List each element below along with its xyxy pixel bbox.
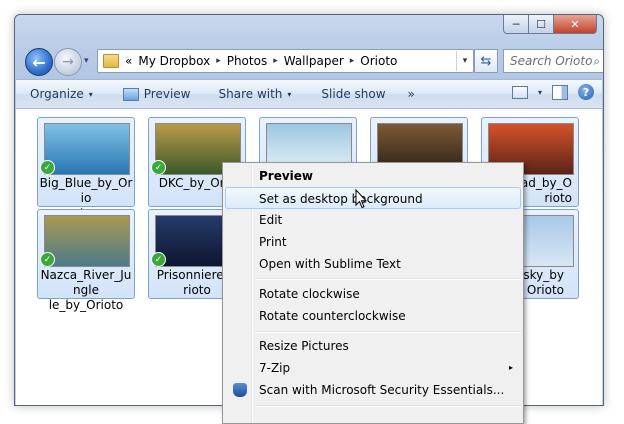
menu-item-set-desktop-background[interactable]: Set as desktop background xyxy=(225,187,521,209)
search-icon[interactable]: ⌕ xyxy=(593,54,600,69)
folder-icon xyxy=(103,54,119,68)
menu-item-7zip[interactable]: 7-Zip ▸ xyxy=(225,357,521,379)
menu-separator xyxy=(255,331,521,333)
view-controls: ▾ ? xyxy=(511,84,594,100)
change-view-icon[interactable] xyxy=(511,85,528,99)
list-item[interactable]: ✓ Nazca_River_Jungle le_by_Orioto xyxy=(37,209,135,312)
navigation-bar: ← → ▾ « My Dropbox ▸ Photos ▸ Wallpaper … xyxy=(25,47,603,76)
share-with-label: Share with xyxy=(218,87,283,101)
organize-button[interactable]: Organize ▾ xyxy=(30,87,93,101)
preview-label: Preview xyxy=(143,87,191,101)
more-label: » xyxy=(407,87,415,101)
menu-item-preview[interactable]: Preview xyxy=(225,165,521,187)
menu-item-rotate-clockwise[interactable]: Rotate clockwise xyxy=(225,283,521,305)
slide-show-button[interactable]: Slide show xyxy=(321,87,385,101)
address-bar[interactable]: « My Dropbox ▸ Photos ▸ Wallpaper ▸ Orio… xyxy=(97,49,474,73)
breadcrumb-separator-icon[interactable]: ▸ xyxy=(350,56,355,66)
submenu-arrow-icon: ▸ xyxy=(508,363,513,372)
menu-separator xyxy=(255,405,521,407)
breadcrumb-wallpaper[interactable]: Wallpaper xyxy=(284,54,344,68)
synced-check-icon: ✓ xyxy=(40,252,55,267)
breadcrumb-separator-icon[interactable]: ▸ xyxy=(216,56,221,66)
recent-pages-dropdown[interactable]: ▾ xyxy=(84,56,89,66)
forward-button[interactable]: → xyxy=(54,48,82,76)
preview-button[interactable]: Preview xyxy=(122,87,191,101)
picture-icon xyxy=(122,87,139,101)
shield-icon xyxy=(233,383,247,397)
breadcrumb-my-dropbox[interactable]: My Dropbox xyxy=(138,54,210,68)
chevron-down-icon[interactable]: ▾ xyxy=(538,88,542,97)
synced-check-icon: ✓ xyxy=(151,252,166,267)
synced-check-icon: ✓ xyxy=(151,160,166,175)
back-button[interactable]: ← xyxy=(25,48,53,76)
caption-buttons: ─ ☐ ✕ xyxy=(503,15,597,34)
minimize-button[interactable]: ─ xyxy=(503,15,529,34)
organize-label: Organize xyxy=(30,87,84,101)
menu-item-resize-pictures[interactable]: Resize Pictures xyxy=(225,335,521,357)
breadcrumb-overflow[interactable]: « xyxy=(125,54,132,68)
thumbnail xyxy=(44,215,130,267)
breadcrumb-separator-icon[interactable]: ▸ xyxy=(273,56,278,66)
menu-item-edit[interactable]: Edit xyxy=(225,209,521,231)
breadcrumb-orioto[interactable]: Orioto xyxy=(360,54,397,68)
share-with-button[interactable]: Share with ▾ xyxy=(219,87,292,101)
breadcrumb-photos[interactable]: Photos xyxy=(227,54,267,68)
menu-item-open-with-sublime[interactable]: Open with Sublime Text xyxy=(225,253,521,275)
close-button[interactable]: ✕ xyxy=(554,15,597,34)
synced-check-icon: ✓ xyxy=(40,160,55,175)
menu-item-scan-mse[interactable]: Scan with Microsoft Security Essentials.… xyxy=(225,379,521,401)
more-commands-button[interactable]: » xyxy=(408,87,415,101)
thumbnail xyxy=(44,123,130,175)
chevron-down-icon: ▾ xyxy=(88,89,93,99)
mouse-pointer-icon xyxy=(355,189,367,209)
command-bar: Organize ▾ Preview Share with ▾ Slide sh… xyxy=(16,79,602,109)
search-placeholder: Search Orioto xyxy=(510,54,593,68)
context-menu: Preview Set as desktop background Edit P… xyxy=(222,162,524,424)
search-input[interactable]: Search Orioto ⌕ xyxy=(503,49,603,73)
chevron-down-icon: ▾ xyxy=(287,89,292,99)
menu-item-rotate-counterclockwise[interactable]: Rotate counterclockwise xyxy=(225,305,521,327)
preview-pane-icon[interactable] xyxy=(552,84,568,100)
refresh-button[interactable]: ⇆ xyxy=(474,49,498,73)
help-icon[interactable]: ? xyxy=(578,84,594,100)
file-name: Nazca_River_Jungle le_by_Orioto xyxy=(40,268,132,312)
menu-separator xyxy=(255,278,521,280)
maximize-button[interactable]: ☐ xyxy=(529,15,554,34)
address-dropdown-icon[interactable]: ▾ xyxy=(456,51,473,71)
slide-show-label: Slide show xyxy=(321,87,386,101)
list-item[interactable]: ✓ Big_Blue_by_Orioto xyxy=(37,117,135,220)
menu-item-print[interactable]: Print xyxy=(225,231,521,253)
